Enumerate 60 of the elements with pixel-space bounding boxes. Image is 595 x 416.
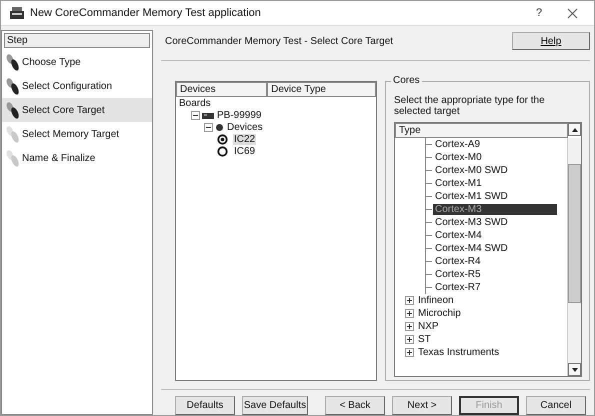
wizard-button[interactable]: < Back	[325, 396, 385, 415]
tree-item[interactable]: Cortex-M1 SWD	[433, 191, 510, 202]
wizard-button[interactable]: Save Defaults	[242, 396, 308, 415]
tree-item[interactable]: Boards	[178, 98, 212, 108]
radio-button[interactable]	[217, 146, 228, 156]
tree-item[interactable]: PB-99999	[216, 110, 262, 120]
tree-item[interactable]: Cortex-M4 SWD	[433, 243, 510, 254]
tree-item[interactable]: Cortex-R7	[433, 282, 483, 293]
collapse-icon[interactable]	[191, 110, 200, 120]
column-header[interactable]: Device Type	[267, 82, 376, 97]
radio-button[interactable]	[217, 134, 228, 144]
app-icon	[9, 5, 25, 21]
tree-item[interactable]: Microchip	[416, 308, 463, 319]
chip-icon	[215, 122, 224, 132]
up-arrow-icon	[572, 128, 578, 132]
expand-icon[interactable]	[405, 309, 414, 318]
expand-icon[interactable]	[405, 348, 414, 357]
scroll-thumb[interactable]	[568, 164, 581, 303]
tree-item[interactable]: Cortex-M3	[433, 204, 557, 215]
window-title: New CoreCommander Memory Test application	[30, 7, 262, 19]
wizard-button[interactable]: Next >	[392, 396, 452, 415]
tree-item[interactable]: NXP	[416, 321, 441, 332]
scroll-up-button[interactable]	[568, 123, 581, 136]
step-item[interactable]: Select Memory Target	[2, 122, 152, 146]
collapse-icon[interactable]	[204, 122, 213, 132]
wizard-button[interactable]: Defaults	[175, 396, 235, 415]
tree-item[interactable]: Cortex-R5	[433, 269, 483, 280]
tree-item[interactable]: Texas Instruments	[416, 347, 502, 358]
group-title: Cores	[391, 75, 422, 86]
tree-item[interactable]: Cortex-R4	[433, 256, 483, 267]
wizard-button[interactable]: Cancel	[526, 396, 586, 415]
instruction-text: Select the appropriate type for the selected target	[394, 95, 546, 117]
tree-item[interactable]: Cortex-M0	[433, 152, 484, 163]
scroll-down-button[interactable]	[568, 363, 581, 376]
expand-icon[interactable]	[405, 296, 414, 305]
help-button[interactable]: ?	[524, 7, 554, 19]
expand-icon[interactable]	[405, 322, 414, 331]
column-header[interactable]: Devices	[176, 82, 268, 97]
board-icon	[202, 110, 214, 120]
help-button[interactable]: Help	[512, 32, 590, 50]
step-item[interactable]: Choose Type	[2, 50, 152, 74]
tree-item[interactable]: Devices	[226, 122, 264, 132]
step-item[interactable]: Select Core Target	[2, 98, 152, 122]
expand-icon[interactable]	[405, 335, 414, 344]
tree-item[interactable]: Cortex-M1	[433, 178, 484, 189]
tree-item[interactable]: Cortex-M4	[433, 230, 484, 241]
step-item[interactable]: Select Configuration	[2, 74, 152, 98]
down-arrow-icon	[572, 368, 578, 372]
column-header[interactable]: Type	[395, 123, 568, 138]
step-item[interactable]: Name & Finalize	[2, 146, 152, 170]
step-header: Step	[4, 33, 150, 48]
tree-item[interactable]: Cortex-A9	[433, 139, 482, 150]
tree-item[interactable]: IC22	[233, 134, 256, 144]
page-title: CoreCommander Memory Test - Select Core Target	[165, 36, 394, 46]
tree-item[interactable]: Infineon	[416, 295, 456, 306]
tree-item[interactable]: IC69	[233, 146, 256, 156]
tree-item[interactable]: Cortex-M0 SWD	[433, 165, 510, 176]
close-icon[interactable]	[567, 8, 578, 18]
tree-item[interactable]: ST	[416, 334, 433, 345]
tree-item[interactable]: Cortex-M3 SWD	[433, 217, 510, 228]
